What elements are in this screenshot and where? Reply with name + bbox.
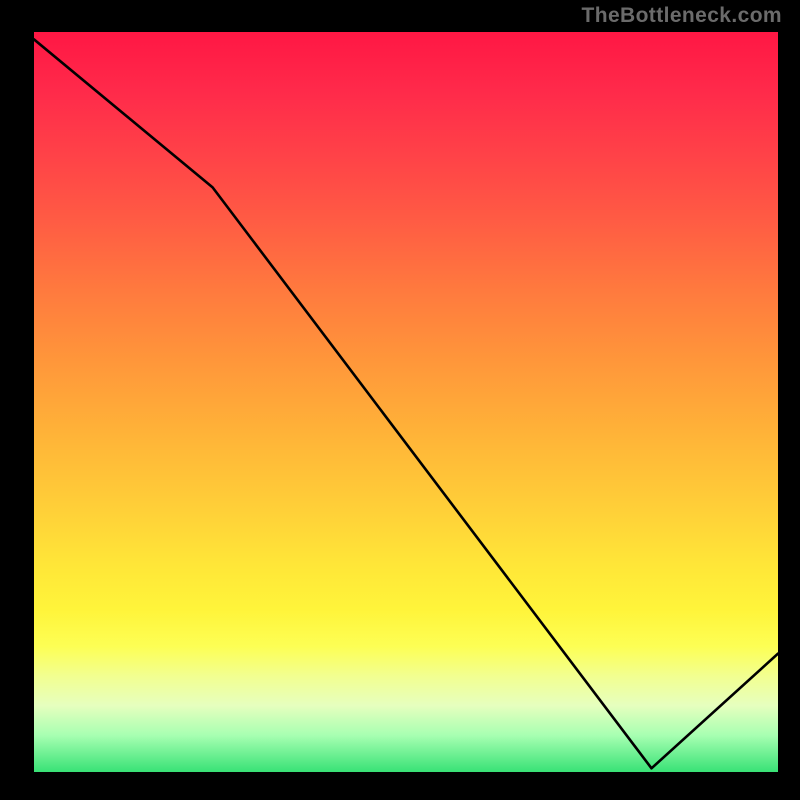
line-overlay: [34, 32, 778, 772]
plot-area: [34, 32, 778, 772]
chart-container: TheBottleneck.com: [0, 0, 800, 800]
bottleneck-curve: [34, 39, 778, 768]
watermark-label: TheBottleneck.com: [581, 4, 782, 28]
